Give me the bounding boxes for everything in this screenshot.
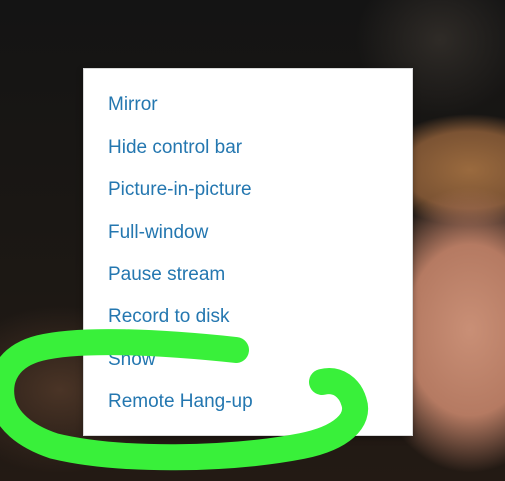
menu-item-picture-in-picture[interactable]: Picture-in-picture: [108, 173, 252, 207]
video-call-window: Mirror Hide control bar Picture-in-pictu…: [0, 0, 505, 481]
menu-item-mirror[interactable]: Mirror: [108, 88, 158, 122]
menu-item-record-to-disk[interactable]: Record to disk: [108, 300, 229, 334]
menu-item-show[interactable]: Show: [108, 343, 156, 377]
menu-item-pause-stream[interactable]: Pause stream: [108, 258, 225, 292]
context-menu: Mirror Hide control bar Picture-in-pictu…: [83, 68, 413, 436]
menu-item-full-window[interactable]: Full-window: [108, 216, 208, 250]
menu-item-remote-hang-up[interactable]: Remote Hang-up: [108, 385, 253, 419]
menu-item-hide-control-bar[interactable]: Hide control bar: [108, 131, 242, 165]
